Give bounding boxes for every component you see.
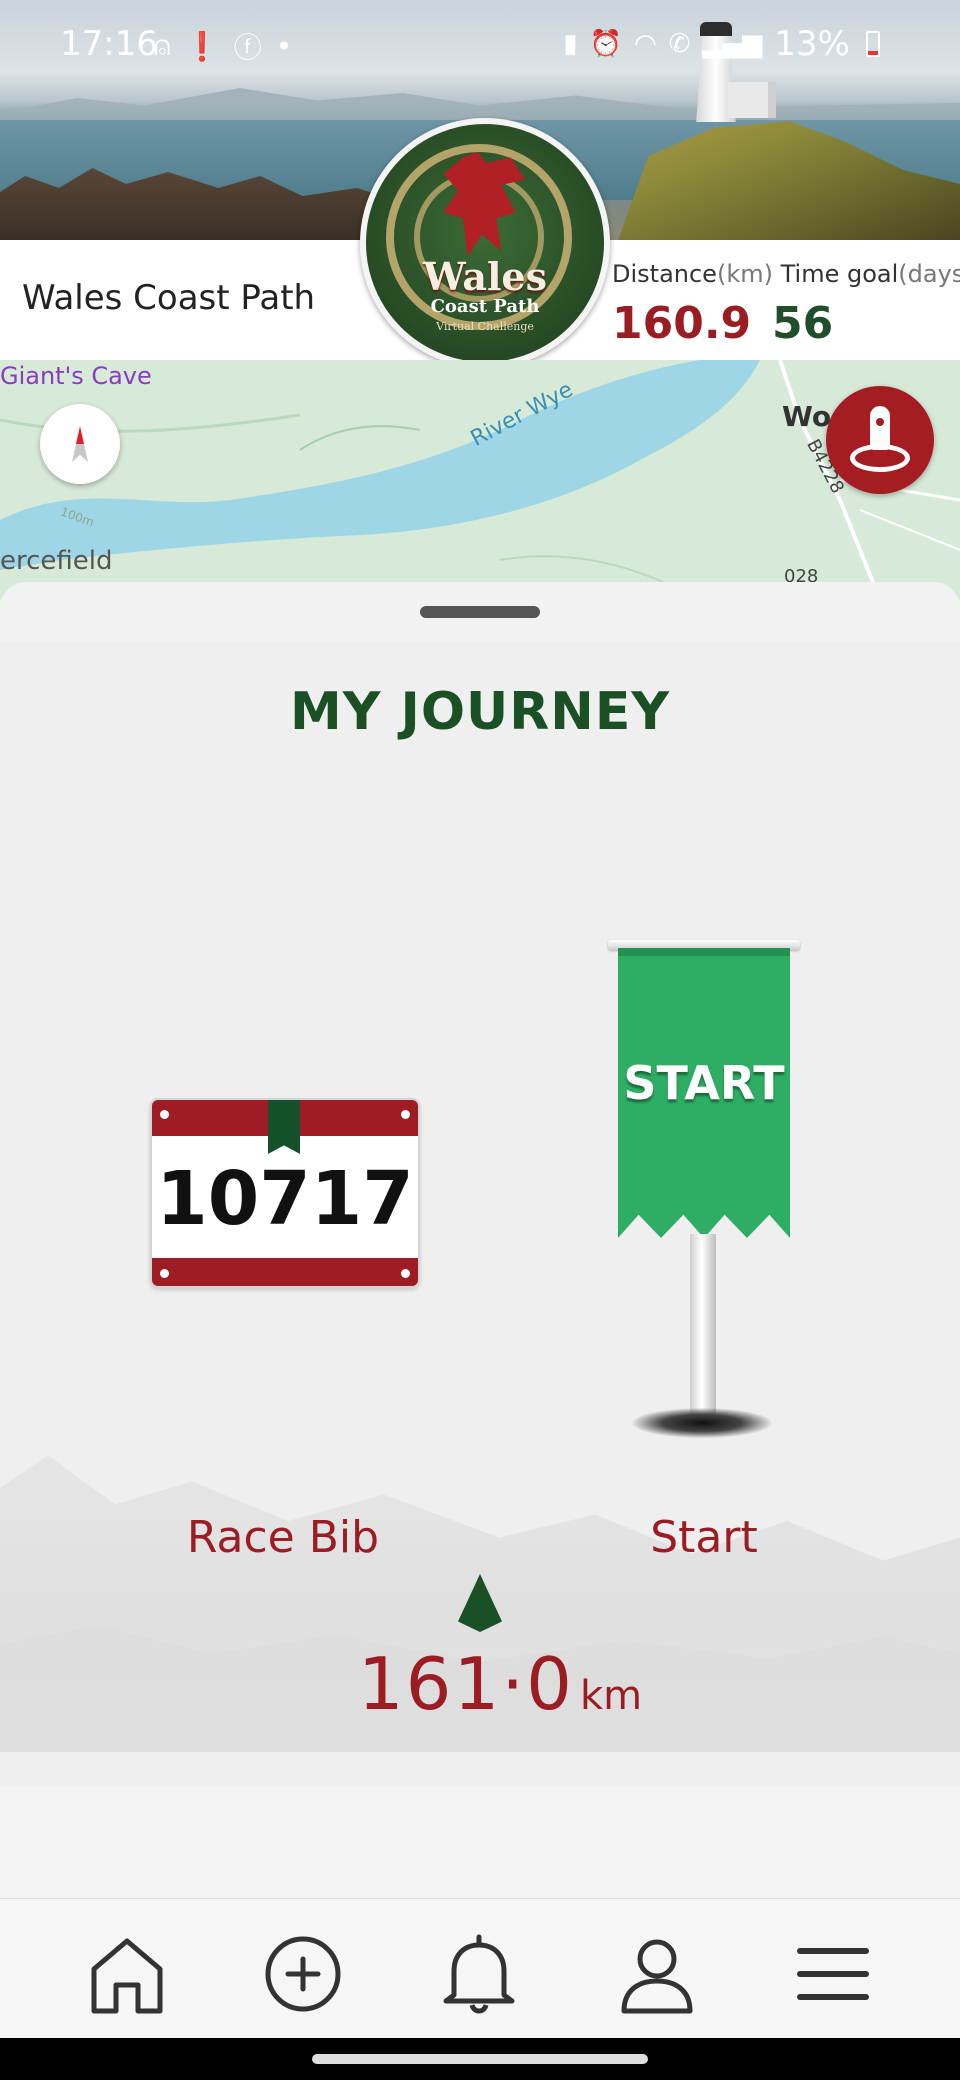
notification-icon: ⍝ — [154, 29, 171, 62]
call-icon: ✆ — [668, 29, 691, 59]
wifi-icon: ◠ — [633, 29, 657, 59]
flag-text: START — [623, 1056, 785, 1110]
logo-title: Wales — [422, 254, 547, 299]
total-distance: 161·0 km — [20, 1642, 960, 1726]
home-icon — [91, 1938, 163, 2014]
logo-subtitle: Coast Path — [430, 296, 540, 317]
sheet-footer — [0, 1787, 960, 1900]
alarm-icon: ⏰ — [589, 29, 622, 59]
stats-labels: Distance(km) Time goal(days) — [612, 260, 960, 288]
flag-edge — [618, 948, 790, 956]
compass-icon — [72, 426, 88, 462]
bib-number: 10717 — [156, 1156, 414, 1242]
bell-icon — [443, 1934, 515, 2014]
flag-pole — [690, 1234, 716, 1424]
bib-band-bottom — [152, 1258, 418, 1286]
compass-button[interactable] — [40, 404, 120, 484]
nav-menu[interactable] — [788, 1929, 878, 2019]
gesture-bar — [0, 2038, 960, 2080]
facebook-icon: ⓕ — [233, 31, 262, 64]
route-name: Wales Coast Path — [22, 278, 316, 318]
time-goal-unit: (days) — [898, 260, 960, 288]
challenge-logo: Wales Coast Path Virtual Challenge — [360, 118, 610, 368]
distance-label: Distance — [612, 260, 717, 288]
nav-notifications[interactable] — [434, 1929, 524, 2019]
bib-ribbon-icon — [268, 1100, 300, 1154]
battery-saver-icon: ▮ — [563, 29, 578, 59]
bottom-navigation — [0, 1898, 960, 2039]
alert-icon: ❗ — [184, 29, 220, 63]
status-time: 17:16 — [60, 24, 158, 64]
battery-icon — [866, 31, 880, 57]
rocket-window — [876, 418, 884, 426]
start-label: Start — [650, 1512, 758, 1563]
total-distance-unit: km — [579, 1673, 643, 1719]
map-label-place-left: ercefield — [0, 546, 113, 576]
system-icons: ▮ ⏰ ◠ ✆ ▂▄▆ 13% — [563, 24, 880, 64]
dot-icon: • — [275, 29, 293, 63]
journey-title: MY JOURNEY — [289, 682, 671, 742]
notification-icons: ⍝ ❗ ⓕ • — [154, 26, 292, 66]
time-goal-value: 56 — [772, 298, 834, 349]
nav-add[interactable] — [258, 1929, 348, 2019]
launch-button[interactable] — [826, 386, 934, 494]
add-circle-icon — [265, 1936, 341, 2012]
distance-value: 160.9 — [612, 298, 752, 349]
start-flag[interactable]: START — [618, 948, 790, 1238]
pole-shadow — [632, 1408, 772, 1438]
race-bib-label: Race Bib — [186, 1512, 380, 1563]
bib-hole — [160, 1269, 169, 1278]
map-label-place-right: Wo — [782, 400, 832, 433]
total-distance-value: 161·0 — [357, 1642, 574, 1726]
status-bar: 17:16 ⍝ ❗ ⓕ • ▮ ⏰ ◠ ✆ ▂▄▆ 13% — [0, 0, 960, 92]
distance-unit: (km) — [716, 260, 773, 288]
bib-hole — [160, 1110, 169, 1119]
nav-home[interactable] — [82, 1929, 172, 2019]
nav-profile[interactable] — [612, 1929, 702, 2019]
time-goal-label: Time goal — [780, 260, 899, 288]
route-map[interactable]: Giant's Cave River Wye ercefield Wo B422… — [0, 360, 960, 600]
journey-sheet: MY JOURNEY 10717 START Race Bib Start 16… — [0, 582, 960, 1900]
drag-handle[interactable] — [420, 606, 540, 618]
profile-icon — [621, 1939, 693, 2014]
map-graphic — [0, 360, 960, 600]
battery-percent: 13% — [774, 24, 850, 64]
rocket-icon — [870, 406, 890, 450]
logo-tagline: Virtual Challenge — [436, 320, 534, 333]
signal-icon: ▂▄▆ — [702, 29, 763, 59]
bib-hole — [401, 1269, 410, 1278]
menu-icon — [797, 1948, 869, 2000]
race-bib[interactable]: 10717 — [150, 1098, 420, 1288]
map-label-giants-cave: Giant's Cave — [0, 362, 152, 390]
home-indicator[interactable] — [312, 2054, 648, 2064]
bib-hole — [401, 1110, 410, 1119]
